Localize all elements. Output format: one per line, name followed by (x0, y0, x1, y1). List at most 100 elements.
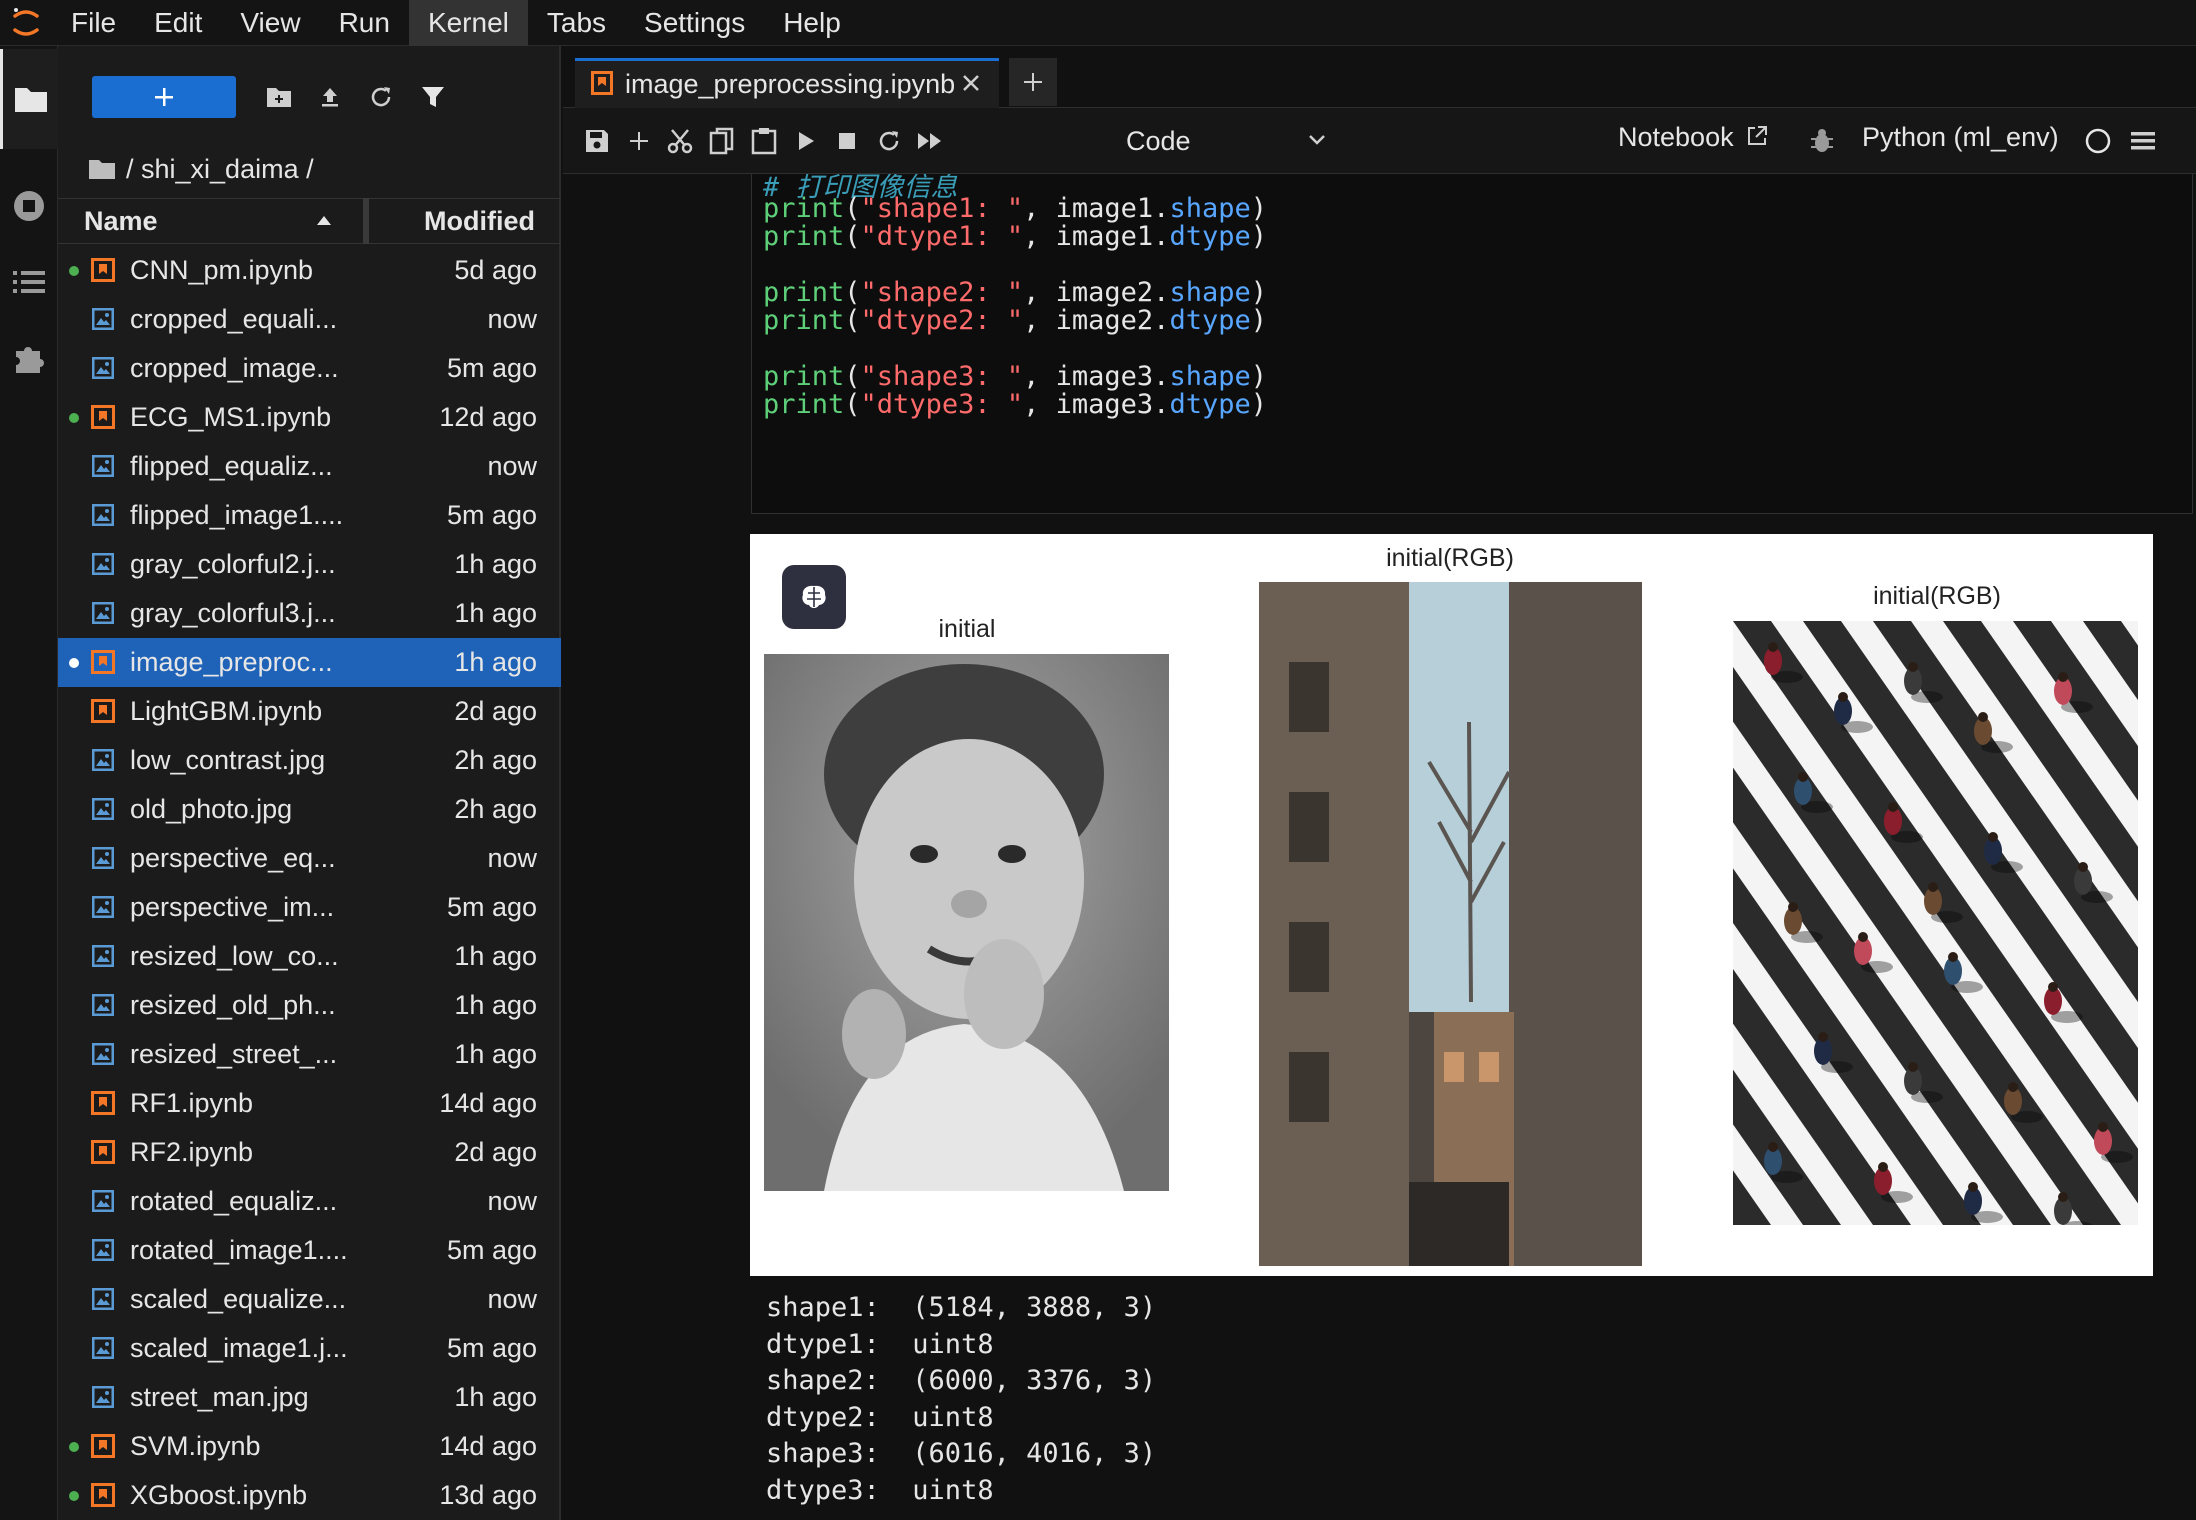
running-indicator-dot (69, 657, 79, 668)
image-file-icon (92, 602, 114, 624)
file-row[interactable]: scaled_image1.j... 5m ago (58, 1324, 561, 1373)
menu-edit[interactable]: Edit (135, 0, 221, 46)
file-row[interactable]: gray_colorful2.j... 1h ago (58, 540, 561, 589)
insert-cell-button[interactable] (622, 124, 656, 158)
menu-tabs[interactable]: Tabs (528, 0, 625, 46)
file-row[interactable]: ECG_MS1.ipynb 12d ago (58, 393, 561, 442)
file-row[interactable]: resized_street_... 1h ago (58, 1030, 561, 1079)
modified-column-header[interactable]: Modified (369, 206, 561, 237)
code-line: print("dtype2: ", image2.dtype) (763, 305, 1267, 336)
file-row[interactable]: resized_old_ph... 1h ago (58, 981, 561, 1030)
file-browser-tab[interactable] (0, 49, 59, 149)
interrupt-kernel-button[interactable] (830, 124, 864, 158)
copy-cell-button[interactable] (705, 124, 739, 158)
filter-button[interactable] (412, 76, 454, 118)
open-in-notebook-button[interactable]: Notebook (1618, 122, 1769, 153)
new-folder-button[interactable] (258, 76, 300, 118)
debugger-button[interactable] (1805, 124, 1839, 158)
file-row[interactable]: street_man.jpg 1h ago (58, 1373, 561, 1422)
menu-file[interactable]: File (52, 0, 135, 46)
image-file-icon (92, 798, 114, 820)
upload-button[interactable] (309, 76, 351, 118)
breadcrumb-path[interactable]: / shi_xi_daima / (126, 154, 314, 185)
file-row[interactable]: SVM.ipynb 14d ago (58, 1422, 561, 1471)
code-attribute: dtype (1169, 305, 1251, 336)
file-row[interactable]: rotated_image1.... 5m ago (58, 1226, 561, 1275)
code-cell[interactable]: # 打印图像信息 print("shape1: ", image1.shape)… (751, 174, 2193, 514)
file-name: XGboost.ipynb (130, 1480, 308, 1510)
running-indicator-dot (69, 1441, 79, 1452)
file-modified: now (487, 1284, 537, 1314)
file-name: low_contrast.jpg (130, 745, 326, 775)
menu-settings[interactable]: Settings (625, 0, 764, 46)
file-row[interactable]: low_contrast.jpg 2h ago (58, 736, 561, 785)
name-column-header[interactable]: Name (58, 198, 363, 244)
menu-view[interactable]: View (221, 0, 319, 46)
menu-kernel[interactable]: Kernel (408, 0, 528, 46)
ai-brain-badge-icon[interactable] (782, 565, 846, 629)
paste-cell-button[interactable] (747, 124, 781, 158)
file-row[interactable]: flipped_image1.... 5m ago (58, 491, 561, 540)
file-row[interactable]: perspective_im... 5m ago (58, 883, 561, 932)
file-modified: 14d ago (439, 1088, 537, 1118)
kernel-name[interactable]: Python (ml_env) (1862, 122, 2059, 153)
file-row[interactable]: cropped_image... 5m ago (58, 344, 561, 393)
run-cell-button[interactable] (789, 124, 823, 158)
file-row[interactable]: gray_colorful3.j... 1h ago (58, 589, 561, 638)
file-row[interactable]: RF1.ipynb 14d ago (58, 1079, 561, 1128)
file-row[interactable]: scaled_equalize... now (58, 1275, 561, 1324)
menu-help[interactable]: Help (764, 0, 860, 46)
file-row[interactable]: RF2.ipynb 2d ago (58, 1128, 561, 1177)
code-attribute: shape (1169, 277, 1251, 308)
code-attribute: dtype (1169, 389, 1251, 420)
tab-notebook[interactable]: image_preprocessing.ipynb (575, 58, 999, 108)
puzzle-piece-icon (16, 347, 44, 373)
image-file-icon (92, 749, 114, 771)
chevron-down-icon (1309, 135, 1325, 145)
folder-icon[interactable] (88, 158, 116, 180)
stop-circle-icon (14, 191, 44, 221)
file-row[interactable]: XGboost.ipynb 13d ago (58, 1471, 561, 1520)
close-icon[interactable] (957, 69, 985, 97)
code-string: "dtype2: " (860, 305, 1024, 336)
file-row[interactable]: flipped_equaliz... now (58, 442, 561, 491)
file-name: SVM.ipynb (130, 1431, 261, 1461)
new-tab-button[interactable] (1009, 58, 1057, 106)
cell-type-dropdown[interactable]: Code (1126, 122, 1326, 160)
file-row[interactable]: perspective_eq... now (58, 834, 561, 883)
extensions-tab[interactable] (0, 308, 58, 408)
save-button[interactable] (580, 124, 614, 158)
file-row[interactable]: image_preproc... 1h ago (58, 638, 561, 687)
file-row[interactable]: resized_low_co... 1h ago (58, 932, 561, 981)
code-string: "shape1: " (860, 193, 1024, 224)
file-name: old_photo.jpg (130, 794, 293, 824)
code-function: print (763, 305, 845, 336)
jupyter-logo-icon[interactable] (0, 0, 52, 46)
file-row[interactable]: CNN_pm.ipynb 5d ago (58, 246, 561, 295)
code-object: image3 (1055, 389, 1154, 420)
file-modified: 5d ago (454, 255, 537, 285)
cut-cell-button[interactable] (663, 124, 697, 158)
restart-run-all-button[interactable] (913, 124, 947, 158)
file-row[interactable]: rotated_equaliz... now (58, 1177, 561, 1226)
file-modified: now (487, 304, 537, 334)
code-object: image2 (1055, 277, 1154, 308)
restart-kernel-button[interactable] (872, 124, 906, 158)
image-file-icon (92, 357, 114, 379)
new-launcher-button[interactable] (92, 76, 236, 118)
file-name: RF1.ipynb (130, 1088, 254, 1118)
image-file-icon (92, 1288, 114, 1310)
menu-run[interactable]: Run (320, 0, 409, 46)
image-file-icon (92, 994, 114, 1016)
file-row[interactable]: cropped_equali... now (58, 295, 561, 344)
fast-forward-icon (918, 133, 941, 149)
menu-button[interactable] (2126, 124, 2160, 158)
file-name: scaled_image1.j... (130, 1333, 348, 1363)
file-row[interactable]: old_photo.jpg 2h ago (58, 785, 561, 834)
notebook-content[interactable]: # 打印图像信息 print("shape1: ", image1.shape)… (563, 174, 2196, 1520)
file-name: cropped_image... (130, 353, 339, 383)
tab-label: image_preprocessing.ipynb (625, 69, 955, 99)
image-file-icon (92, 455, 114, 477)
file-row[interactable]: LightGBM.ipynb 2d ago (58, 687, 561, 736)
refresh-button[interactable] (360, 76, 402, 118)
